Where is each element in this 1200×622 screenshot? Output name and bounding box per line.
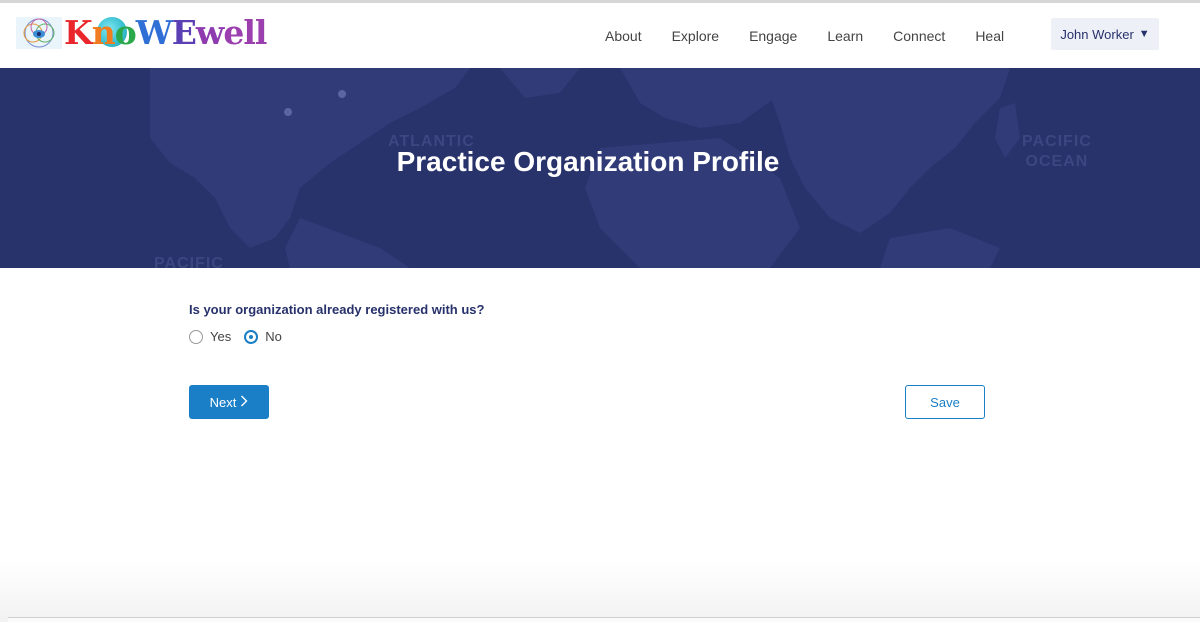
caret-down-icon: ▼: [1138, 28, 1150, 40]
radio-label-yes[interactable]: Yes: [210, 329, 231, 344]
save-button-label: Save: [930, 394, 960, 410]
logo-letter: K: [64, 13, 93, 52]
main-nav: About Explore Engage Learn Connect Heal: [590, 3, 1019, 68]
logo-letter: l: [254, 13, 268, 52]
logo-letter: W: [135, 13, 173, 52]
user-name: John Worker: [1060, 26, 1134, 42]
nav-item-heal[interactable]: Heal: [975, 28, 1004, 44]
logo-emblem-icon: [16, 15, 62, 51]
page-title: Practice Organization Profile: [396, 146, 780, 177]
nav-item-learn[interactable]: Learn: [827, 28, 863, 44]
logo-letter: o: [114, 13, 137, 52]
site-header: KnoWEwell About Explore Engage Learn Connect…: [0, 3, 1200, 68]
radio-no[interactable]: [244, 329, 259, 344]
hero-banner: ATLANTIC PACIFIC OCEAN PACIFIC Practice …: [0, 68, 1200, 268]
nav-item-explore[interactable]: Explore: [672, 28, 719, 44]
next-button[interactable]: Next: [189, 385, 269, 419]
knowewell-logo[interactable]: KnoWEwell: [16, 13, 268, 53]
save-button[interactable]: Save: [905, 385, 985, 419]
logo-letter: E: [171, 13, 197, 52]
chevron-right-icon: [240, 394, 248, 410]
logo-letter: w: [195, 13, 224, 52]
logo-letter: e: [223, 13, 244, 52]
radio-yes[interactable]: [189, 329, 203, 344]
registration-form: Is your organization already registered …: [189, 302, 989, 344]
page-bottom-fade: [0, 560, 1200, 622]
nav-item-about[interactable]: About: [605, 28, 642, 44]
user-menu-button[interactable]: John Worker ▼: [1051, 18, 1159, 50]
footer-edge: [8, 617, 1200, 622]
registration-radio-group: Yes No: [189, 329, 989, 344]
logo-letter: n: [91, 13, 116, 52]
nav-item-connect[interactable]: Connect: [893, 28, 945, 44]
logo-letter: l: [243, 13, 256, 52]
nav-item-engage[interactable]: Engage: [749, 28, 797, 44]
logo-wordmark: KnoWEwell: [64, 13, 268, 53]
next-button-label: Next: [209, 394, 237, 410]
map-label-pacific: PACIFIC: [154, 255, 224, 268]
registration-question: Is your organization already registered …: [189, 302, 485, 317]
radio-label-no[interactable]: No: [265, 329, 282, 344]
